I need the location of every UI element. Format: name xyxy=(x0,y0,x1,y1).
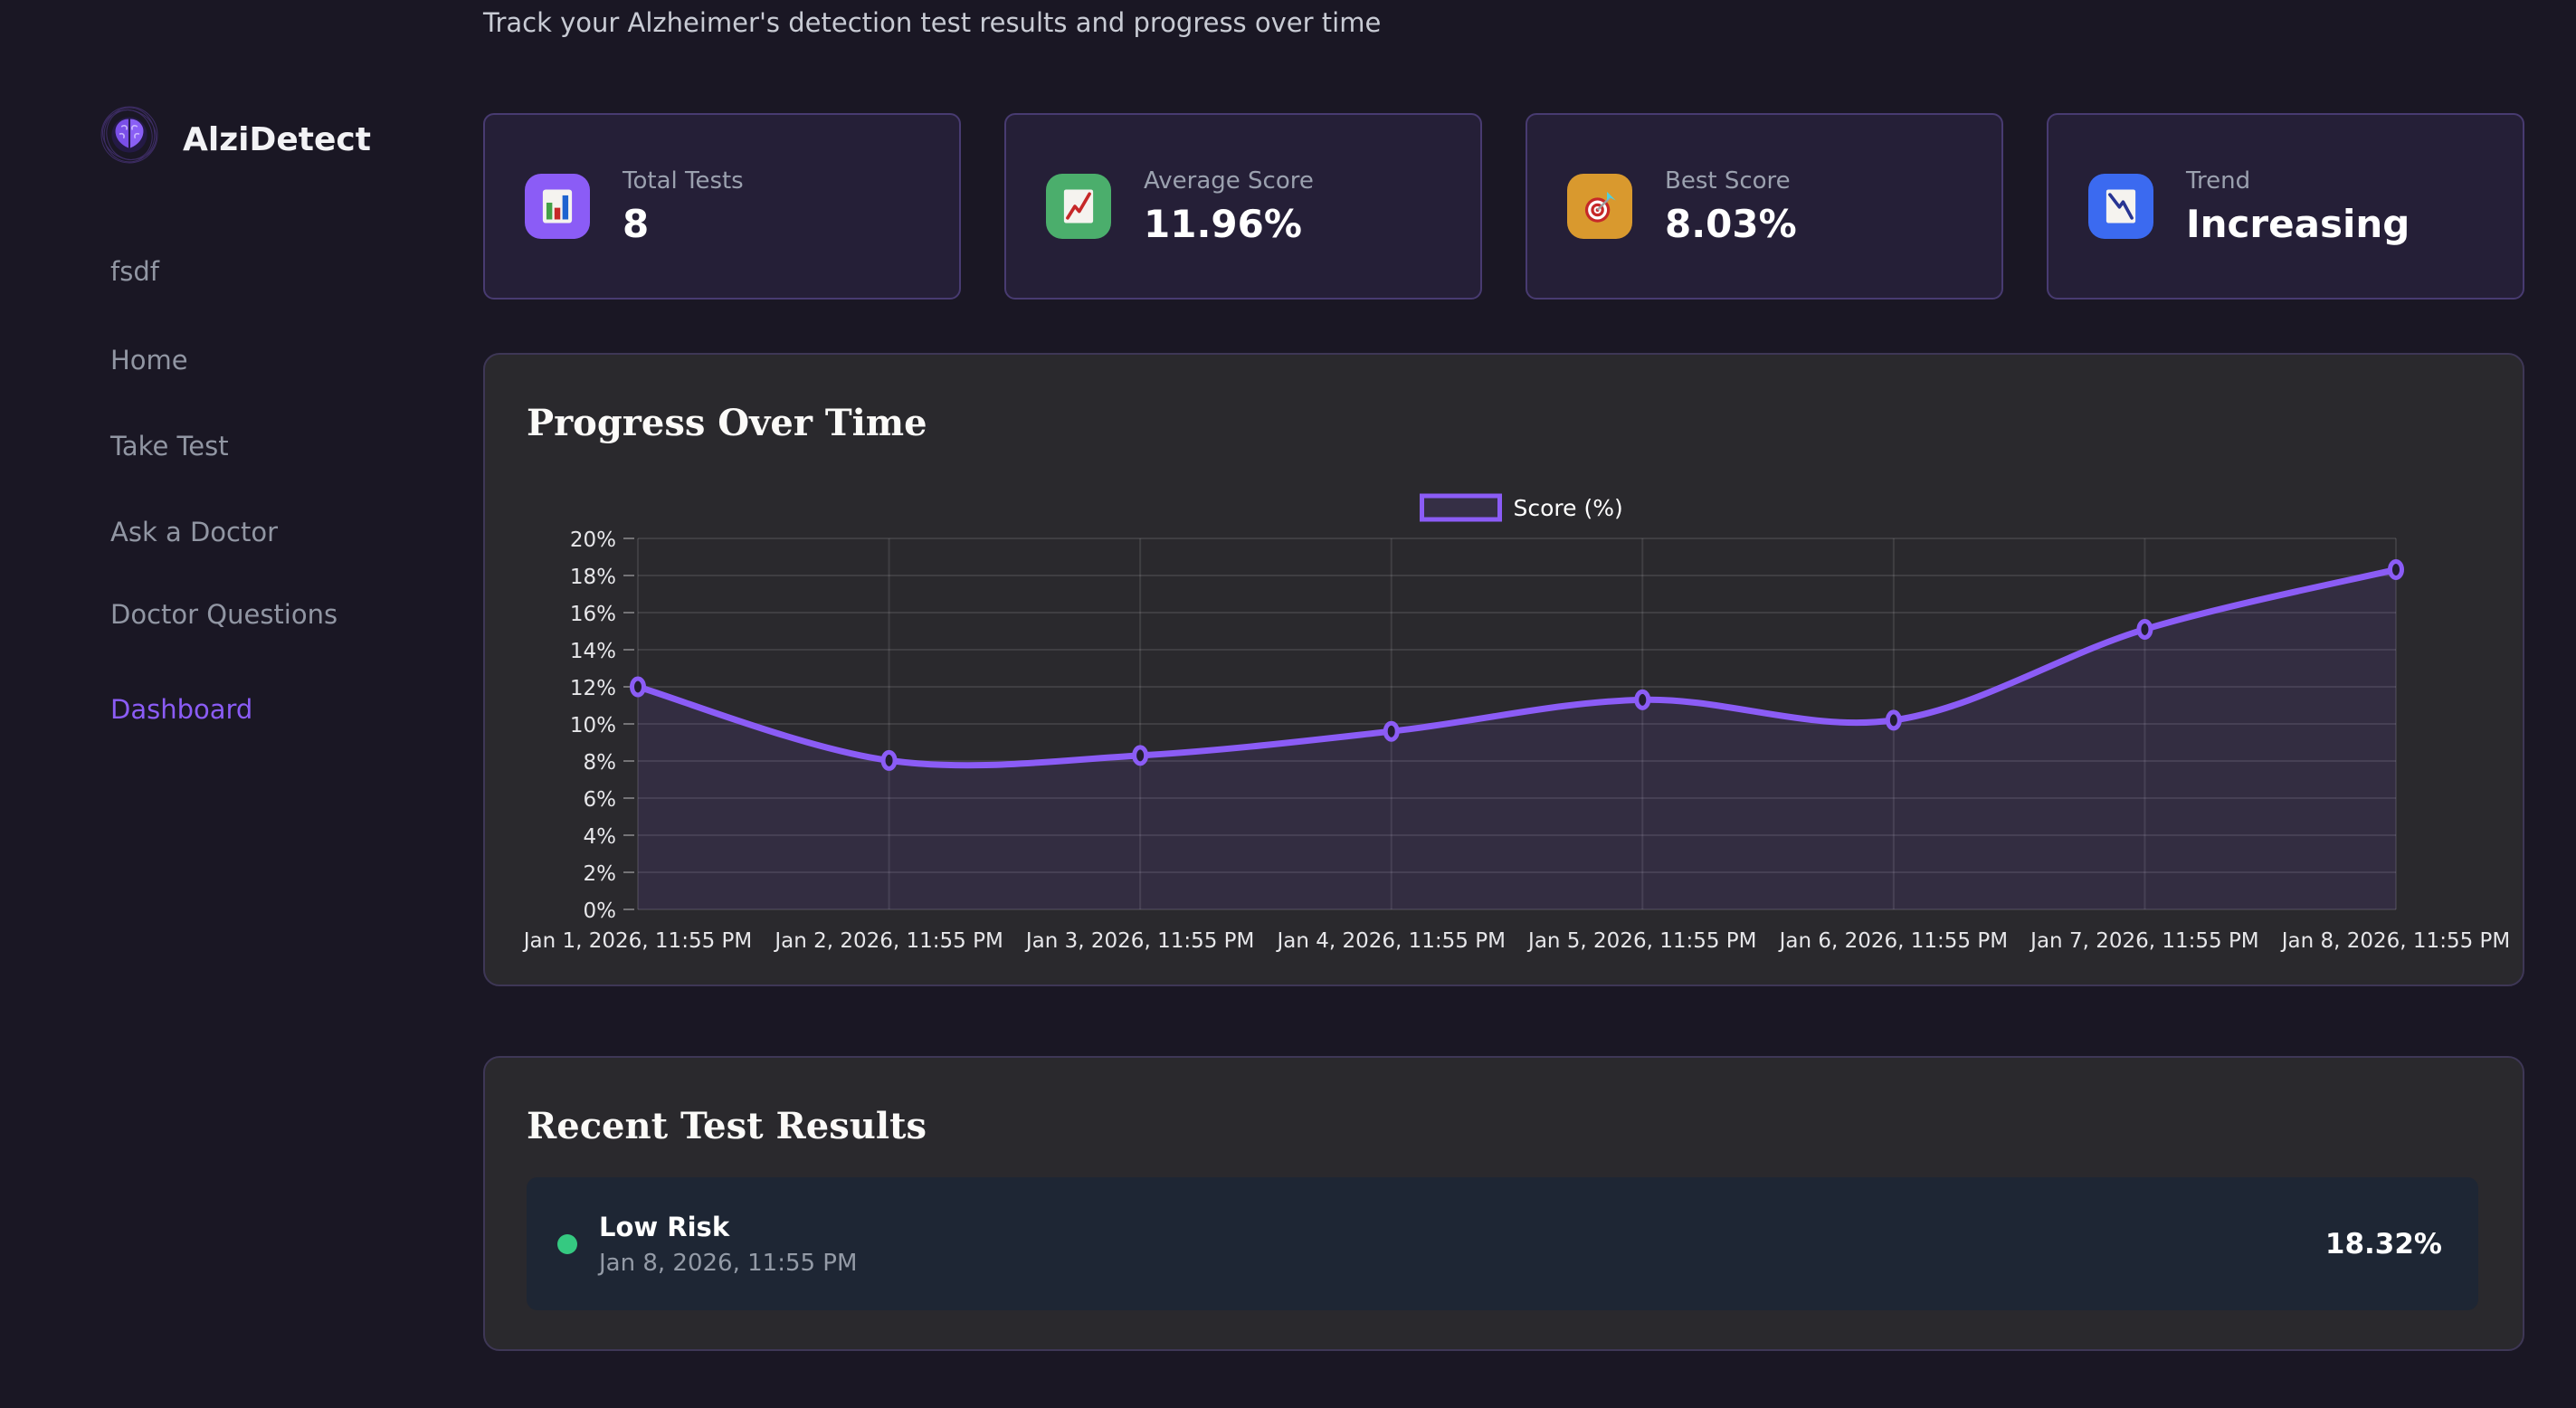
data-point-marker xyxy=(1637,691,1649,708)
sidebar-item-home[interactable]: Home xyxy=(110,345,188,376)
stat-label: Best Score xyxy=(1665,167,1797,195)
legend-swatch xyxy=(1422,496,1500,519)
target-icon xyxy=(1567,174,1632,239)
y-tick-label: 20% xyxy=(570,528,616,552)
y-tick-label: 14% xyxy=(570,640,616,663)
risk-dot-icon xyxy=(557,1234,577,1254)
results-panel: Recent Test Results Low Risk Jan 8, 2026… xyxy=(483,1056,2524,1351)
stat-label: Average Score xyxy=(1144,167,1314,195)
result-date: Jan 8, 2026, 11:55 PM xyxy=(599,1250,857,1277)
y-tick-label: 8% xyxy=(584,751,617,775)
page-subtitle: Track your Alzheimer's detection test re… xyxy=(483,7,1381,38)
y-tick-label: 18% xyxy=(570,566,616,589)
x-tick-label: Jan 2, 2026, 11:55 PM xyxy=(773,929,1003,953)
data-point-marker xyxy=(632,679,644,695)
stats-row: Total Tests 8 Average Score 11.96% xyxy=(483,113,2524,300)
stat-value: 11.96% xyxy=(1144,202,1314,246)
test-result-row[interactable]: Low Risk Jan 8, 2026, 11:55 PM 18.32% xyxy=(527,1177,2478,1310)
y-tick-label: 0% xyxy=(584,899,617,923)
stat-value: 8.03% xyxy=(1665,202,1797,246)
chart-panel: Progress Over Time 0%2%4%6%8%10%12%14%16… xyxy=(483,353,2524,986)
result-score: 18.32% xyxy=(2325,1228,2442,1261)
chart-increasing-icon xyxy=(1046,174,1111,239)
sidebar-item-doctor-questions[interactable]: Doctor Questions xyxy=(110,599,337,630)
y-tick-label: 12% xyxy=(570,677,616,700)
data-point-marker xyxy=(1385,723,1397,739)
x-tick-label: Jan 7, 2026, 11:55 PM xyxy=(2029,929,2258,953)
sidebar-item-dashboard[interactable]: Dashboard xyxy=(110,694,252,725)
chart-legend[interactable]: Score (%) xyxy=(1422,495,1623,521)
x-tick-label: Jan 8, 2026, 11:55 PM xyxy=(2280,929,2510,953)
y-tick-label: 2% xyxy=(584,862,617,886)
stat-card-total-tests: Total Tests 8 xyxy=(483,113,961,300)
stat-value: Increasing xyxy=(2186,202,2410,246)
x-tick-label: Jan 1, 2026, 11:55 PM xyxy=(522,929,752,953)
result-risk-label: Low Risk xyxy=(599,1212,857,1242)
stat-label: Total Tests xyxy=(623,167,744,195)
data-point-marker xyxy=(2391,561,2402,577)
stat-card-average-score: Average Score 11.96% xyxy=(1004,113,1482,300)
stat-label: Trend xyxy=(2186,167,2410,195)
y-tick-label: 16% xyxy=(570,603,616,626)
data-point-marker xyxy=(883,752,895,768)
legend-label: Score (%) xyxy=(1514,495,1623,521)
x-tick-label: Jan 3, 2026, 11:55 PM xyxy=(1024,929,1254,953)
stat-card-trend: Trend Increasing xyxy=(2047,113,2524,300)
stat-card-best-score: Best Score 8.03% xyxy=(1526,113,2003,300)
data-point-marker xyxy=(2139,621,2151,637)
brand-name: AlziDetect xyxy=(183,121,371,158)
sidebar-item-fsdf[interactable]: fsdf xyxy=(110,256,159,287)
sidebar-item-ask-a-doctor[interactable]: Ask a Doctor xyxy=(110,517,278,547)
y-tick-label: 4% xyxy=(584,825,617,849)
x-tick-label: Jan 5, 2026, 11:55 PM xyxy=(1526,929,1756,953)
y-tick-label: 6% xyxy=(584,788,617,812)
data-point-marker xyxy=(1887,712,1899,728)
results-title: Recent Test Results xyxy=(527,1105,927,1147)
chart-decreasing-icon xyxy=(2088,174,2153,239)
y-tick-label: 10% xyxy=(570,714,616,737)
sidebar-item-take-test[interactable]: Take Test xyxy=(110,431,229,461)
data-point-marker xyxy=(1135,747,1146,764)
bar-chart-icon xyxy=(525,174,590,239)
x-tick-label: Jan 6, 2026, 11:55 PM xyxy=(1778,929,2008,953)
brain-logo-icon xyxy=(100,105,159,165)
series-area-fill xyxy=(638,569,2396,909)
x-tick-label: Jan 4, 2026, 11:55 PM xyxy=(1275,929,1505,953)
stat-value: 8 xyxy=(623,202,744,246)
dashboard-page: AlziDetect fsdf Home Take Test Ask a Doc… xyxy=(0,0,2576,1408)
progress-chart-svg: 0% 2% 4% 6% 8% 10% 12% 14% 16% 18% 20% Jan 1, 2026,… xyxy=(485,355,2523,985)
